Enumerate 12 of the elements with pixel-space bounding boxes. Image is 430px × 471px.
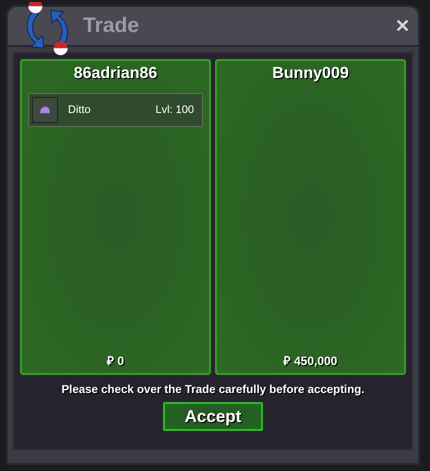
notice-text: Please check over the Trade carefully before accepting.	[62, 384, 364, 396]
money-amount: ₽ 450,000	[282, 353, 338, 369]
pokemon-level: Lvl: 100	[155, 104, 194, 116]
close-button[interactable]: ✕	[393, 15, 412, 37]
accept-button[interactable]: Accept	[163, 402, 263, 431]
pokemon-name: Ditto	[68, 104, 91, 116]
money-amount: ₽ 0	[106, 353, 125, 369]
player-name: Bunny009	[271, 65, 350, 83]
blob-icon	[38, 103, 52, 117]
player-name: 86adrian86	[72, 65, 158, 83]
window-title: Trade	[83, 14, 140, 38]
pokemon-item[interactable]: Ditto Lvl: 100	[28, 93, 203, 127]
